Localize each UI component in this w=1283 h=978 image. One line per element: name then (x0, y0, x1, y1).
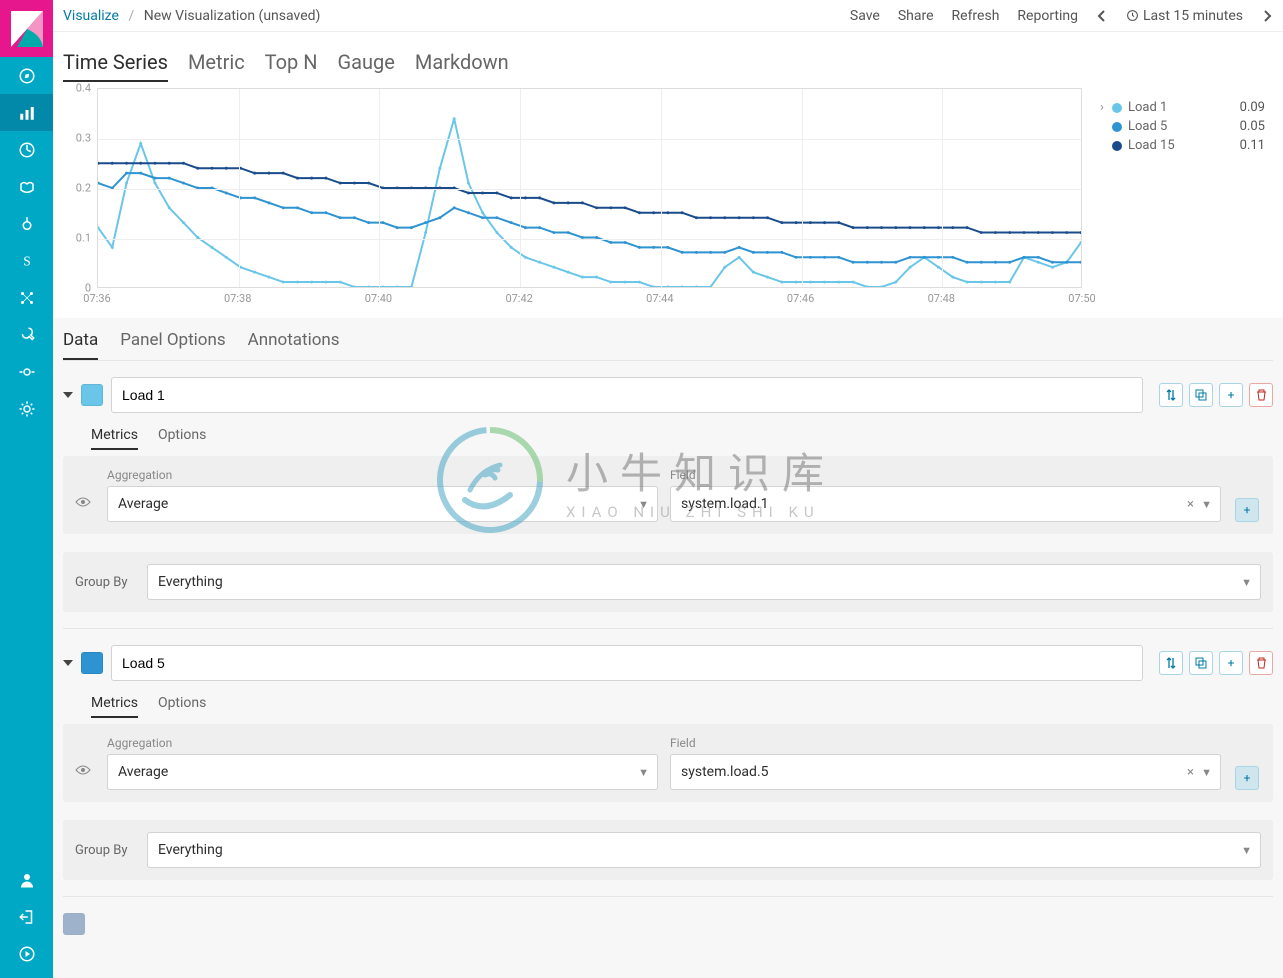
collapse-icon[interactable] (63, 392, 73, 398)
groupby-select[interactable]: Everything ▼ (147, 564, 1261, 600)
breadcrumb: Visualize / New Visualization (unsaved) (63, 8, 320, 24)
chevron-down-icon: ▼ (1201, 766, 1212, 779)
field-label: Field (670, 736, 1221, 750)
delete-series-button[interactable] (1249, 651, 1273, 675)
chevron-down-icon: ▼ (1201, 498, 1212, 511)
chevron-right-icon: › (1100, 100, 1112, 115)
tab-annotations[interactable]: Annotations (248, 330, 340, 360)
subtab-metrics[interactable]: Metrics (91, 695, 138, 718)
main: Visualize / New Visualization (unsaved) … (53, 0, 1283, 978)
chevron-down-icon: ▼ (1241, 844, 1252, 857)
sidebar-collapse[interactable] (0, 935, 53, 972)
field-select[interactable]: system.load.5 × ▼ (670, 754, 1221, 790)
series-label-input[interactable] (111, 645, 1143, 681)
action-refresh[interactable]: Refresh (952, 8, 1000, 24)
breadcrumb-root[interactable]: Visualize (63, 8, 119, 24)
subtab-options[interactable]: Options (158, 695, 206, 718)
action-save[interactable]: Save (850, 8, 880, 24)
clone-button[interactable] (1189, 383, 1213, 407)
chevron-down-icon: ▼ (638, 498, 649, 511)
tab-markdown[interactable]: Markdown (415, 50, 509, 82)
series-color-picker[interactable] (81, 384, 103, 406)
aggregation-select[interactable]: Average ▼ (107, 486, 658, 522)
subtab-metrics[interactable]: Metrics (91, 427, 138, 450)
tab-data[interactable]: Data (63, 330, 98, 360)
clock-icon (1126, 9, 1139, 22)
time-range[interactable]: Last 15 minutes (1126, 8, 1243, 24)
add-series-button[interactable]: + (1219, 383, 1243, 407)
series-color-picker[interactable] (81, 652, 103, 674)
legend-item[interactable]: › Load 1 0.09 (1100, 98, 1265, 117)
config-tabs: Data Panel Options Annotations (53, 318, 1283, 360)
groupby-select[interactable]: Everything ▼ (147, 832, 1261, 868)
groupby-label: Group By (75, 843, 135, 858)
add-series-button[interactable]: + (1219, 651, 1243, 675)
legend-swatch (1112, 103, 1122, 113)
chevron-down-icon: ▼ (638, 766, 649, 779)
tab-panel-options[interactable]: Panel Options (120, 330, 225, 360)
sidebar-s[interactable]: S (0, 242, 53, 279)
legend-swatch (1112, 141, 1122, 151)
sidebar-visualize[interactable] (0, 94, 53, 131)
visibility-icon[interactable] (75, 764, 95, 790)
series-label-input[interactable] (111, 377, 1143, 413)
sidebar-apm[interactable] (0, 205, 53, 242)
aggregation-label: Aggregation (107, 468, 658, 482)
sort-button[interactable] (1159, 383, 1183, 407)
action-reporting[interactable]: Reporting (1017, 8, 1078, 24)
sidebar-management[interactable] (0, 390, 53, 427)
legend-item[interactable]: Load 5 0.05 (1100, 117, 1265, 136)
aggregation-label: Aggregation (107, 736, 658, 750)
tab-gauge[interactable]: Gauge (338, 50, 395, 82)
sidebar-dashboard[interactable] (0, 131, 53, 168)
topbar: Visualize / New Visualization (unsaved) … (53, 0, 1283, 32)
sidebar-monitoring[interactable] (0, 353, 53, 390)
time-prev-icon[interactable] (1096, 10, 1108, 22)
add-metric-button[interactable]: + (1235, 498, 1259, 522)
clear-icon[interactable]: × (1187, 497, 1194, 512)
visibility-icon[interactable] (75, 496, 95, 522)
tab-top-n[interactable]: Top N (265, 50, 318, 82)
sidebar: S (0, 0, 53, 978)
sort-button[interactable] (1159, 651, 1183, 675)
breadcrumb-page: New Visualization (unsaved) (144, 8, 321, 24)
sidebar-discover[interactable] (0, 57, 53, 94)
sidebar-timelion[interactable] (0, 168, 53, 205)
time-series-chart: 00.10.20.30.4 07:3607:3807:4007:4207:440… (63, 88, 1088, 308)
groupby-label: Group By (75, 575, 135, 590)
field-label: Field (670, 468, 1221, 482)
series-block: + Metrics Options Aggregation Average (63, 360, 1273, 628)
svg-text:S: S (23, 253, 31, 268)
collapse-icon[interactable] (63, 660, 73, 666)
chevron-down-icon: ▼ (1241, 576, 1252, 589)
viz-type-tabs: Time Series Metric Top N Gauge Markdown (53, 32, 1283, 84)
action-share[interactable]: Share (898, 8, 934, 24)
sidebar-graph[interactable] (0, 279, 53, 316)
series-color-picker[interactable] (63, 913, 85, 935)
subtab-options[interactable]: Options (158, 427, 206, 450)
sidebar-logout[interactable] (0, 898, 53, 935)
chart-legend: › Load 1 0.09 Load 5 0.05 Load 15 0.11 (1088, 88, 1273, 308)
legend-swatch (1112, 122, 1122, 132)
clone-button[interactable] (1189, 651, 1213, 675)
series-block: + Metrics Options Aggregation Average (63, 628, 1273, 896)
field-select[interactable]: system.load.1 × ▼ (670, 486, 1221, 522)
aggregation-select[interactable]: Average ▼ (107, 754, 658, 790)
delete-series-button[interactable] (1249, 383, 1273, 407)
sidebar-user[interactable] (0, 861, 53, 898)
add-metric-button[interactable]: + (1235, 766, 1259, 790)
kibana-logo[interactable] (0, 0, 53, 57)
legend-item[interactable]: Load 15 0.11 (1100, 136, 1265, 155)
tab-metric[interactable]: Metric (188, 50, 245, 82)
series-block (63, 896, 1273, 935)
sidebar-devtools[interactable] (0, 316, 53, 353)
time-next-icon[interactable] (1261, 10, 1273, 22)
tab-time-series[interactable]: Time Series (63, 50, 168, 82)
clear-icon[interactable]: × (1187, 765, 1194, 780)
